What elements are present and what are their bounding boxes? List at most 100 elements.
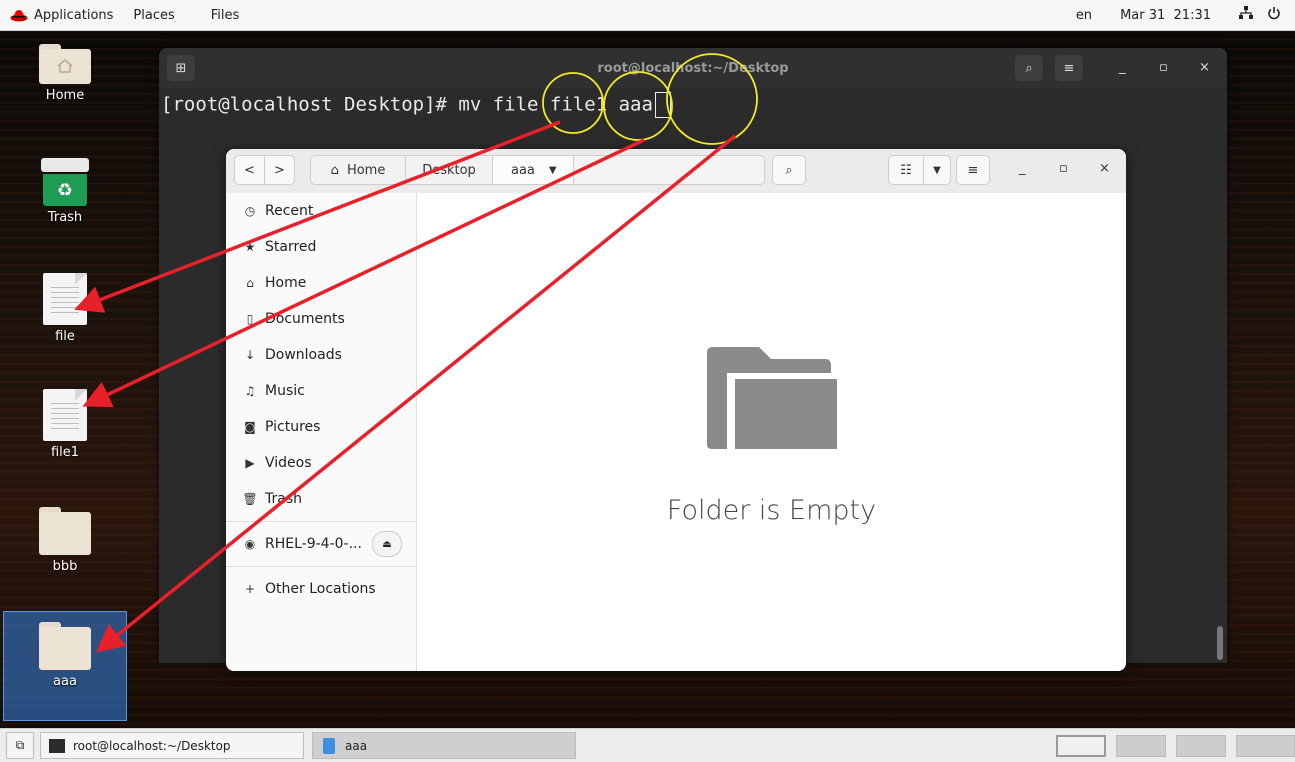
workspace-4[interactable] [1236,735,1295,757]
maximize-icon[interactable]: ▫ [1159,60,1168,75]
sidebar-item-recent[interactable]: ◷ Recent [226,193,416,229]
star-icon: ★ [244,240,256,254]
hamburger-icon: ≡ [1063,60,1075,76]
workspace-1[interactable] [1056,735,1106,757]
clock[interactable]: Mar 31 21:31 [1120,8,1211,23]
show-desktop-icon: ⧉ [15,738,25,752]
terminal-menu-button[interactable]: ≡ [1055,55,1083,81]
sidebar-item-device[interactable]: ◉ RHEL-9-4-0-... ⏏ [226,526,416,562]
terminal-output[interactable]: [root@localhost Desktop]# mv file file1 … [159,88,1227,122]
bottom-panel: ⧉ root@localhost:~/Desktop aaa [0,728,1295,762]
sidebar-item-other-locations[interactable]: + Other Locations [226,571,416,607]
sidebar-item-starred[interactable]: ★ Starred [226,229,416,265]
breadcrumb-label: Home [346,162,386,178]
show-desktop-button[interactable]: ⧉ [6,732,34,759]
desktop-icon-home[interactable]: Home [10,44,120,103]
sidebar-item-label: Music [265,383,305,399]
terminal-cursor [654,92,671,118]
close-icon[interactable]: × [1099,161,1110,176]
workspace-2[interactable] [1116,735,1166,757]
sidebar-item-home[interactable]: ⌂ Home [226,265,416,301]
terminal-scrollbar[interactable] [1217,626,1223,660]
file-view[interactable]: Folder is Empty [417,193,1126,671]
taskbar-item-terminal[interactable]: root@localhost:~/Desktop [40,732,304,759]
sidebar-item-pictures[interactable]: ◙ Pictures [226,409,416,445]
breadcrumb-label: aaa [511,162,535,178]
list-view-icon: ☷ [900,162,912,178]
sidebar-item-label: Videos [265,455,312,471]
home-folder-icon [39,44,91,84]
clock-icon: ◷ [244,204,256,218]
home-icon: ⌂ [246,276,254,290]
sidebar-item-trash[interactable]: 🗑 Trash [226,481,416,517]
file-manager-window[interactable]: < > ⌂ Home Desktop aaa ▼ ⌕ ☷ ▼ ≡ _ ▫ × ◷… [226,149,1126,671]
terminal-search-button[interactable]: ⌕ [1015,55,1043,81]
breadcrumb-spacer [573,155,765,185]
sidebar-item-label: Trash [265,491,302,507]
sidebar-item-label: Documents [265,311,345,327]
video-icon: ▶ [245,456,255,470]
eject-button[interactable]: ⏏ [372,531,402,557]
search-icon: ⌕ [785,162,793,178]
sidebar-separator [226,566,416,567]
desktop-icon-label: Home [45,88,85,103]
workspace-3[interactable] [1176,735,1226,757]
sidebar-item-label: RHEL-9-4-0-... [265,536,362,552]
camera-icon: ◙ [244,420,256,434]
breadcrumb-home[interactable]: ⌂ Home [310,155,406,185]
forward-button[interactable]: > [264,155,295,185]
sidebar-item-downloads[interactable]: ↓ Downloads [226,337,416,373]
trash-icon: 🗑 [242,492,258,506]
desktop-icon-label: aaa [53,674,77,689]
desktop-icon-label: bbb [52,559,78,574]
breadcrumb-aaa[interactable]: aaa ▼ [492,155,574,185]
applications-label: Applications [34,7,114,23]
network-icon[interactable] [1239,6,1253,24]
desktop-icon-trash[interactable]: ♻ Trash [10,158,120,225]
files-menu[interactable]: Files [185,0,250,30]
main-menu-button[interactable]: ≡ [956,155,990,185]
chevron-left-icon: < [244,162,255,178]
close-icon[interactable]: × [1199,60,1210,75]
document-icon: ▯ [246,312,254,326]
applications-menu[interactable]: Applications [0,0,123,30]
chevron-down-icon: ▼ [548,164,557,176]
taskbar-item-aaa[interactable]: aaa [312,732,576,759]
terminal-icon [49,738,65,753]
disc-icon: ◉ [244,537,256,551]
back-button[interactable]: < [234,155,265,185]
power-icon[interactable] [1267,6,1281,24]
view-options-button[interactable]: ▼ [923,155,951,185]
minimize-icon[interactable]: _ [1119,60,1126,75]
language-indicator[interactable]: en [1076,8,1092,23]
places-menu[interactable]: Places [123,0,184,30]
desktop-icon-bbb[interactable]: bbb [10,507,120,574]
search-icon: ⌕ [1025,60,1033,76]
sidebar-item-videos[interactable]: ▶ Videos [226,445,416,481]
sidebar-item-label: Home [265,275,307,291]
sidebar-item-label: Downloads [265,347,342,363]
sidebar-item-label: Other Locations [265,581,376,597]
desktop-icon-label: file1 [50,445,80,460]
chevron-down-icon: ▼ [933,164,941,176]
minimize-icon[interactable]: _ [1019,161,1026,176]
breadcrumb-desktop[interactable]: Desktop [405,155,493,185]
sidebar-item-documents[interactable]: ▯ Documents [226,301,416,337]
maximize-icon[interactable]: ▫ [1059,161,1068,176]
desktop-icon-file1[interactable]: file1 [10,389,120,460]
desktop-icon-aaa[interactable]: aaa [3,611,127,721]
sidebar-item-music[interactable]: ♫ Music [226,373,416,409]
breadcrumb-label: Desktop [422,162,476,178]
plus-icon: + [244,582,256,596]
terminal-headerbar[interactable]: ⊞ root@localhost:~/Desktop ⌕ ≡ _ ▫ × [159,48,1227,88]
taskbar-item-label: root@localhost:~/Desktop [73,738,231,753]
view-mode-button[interactable]: ☷ [888,155,924,185]
home-icon: ⌂ [330,162,339,178]
desktop-icon-file[interactable]: file [10,273,120,344]
folder-icon [39,507,91,555]
taskbar-item-label: aaa [345,738,368,753]
terminal-command: mv file file1 aaa [458,93,653,116]
empty-folder-label: Folder is Empty [666,495,877,526]
search-button[interactable]: ⌕ [772,155,806,185]
file-manager-headerbar[interactable]: < > ⌂ Home Desktop aaa ▼ ⌕ ☷ ▼ ≡ _ ▫ × [226,149,1126,194]
